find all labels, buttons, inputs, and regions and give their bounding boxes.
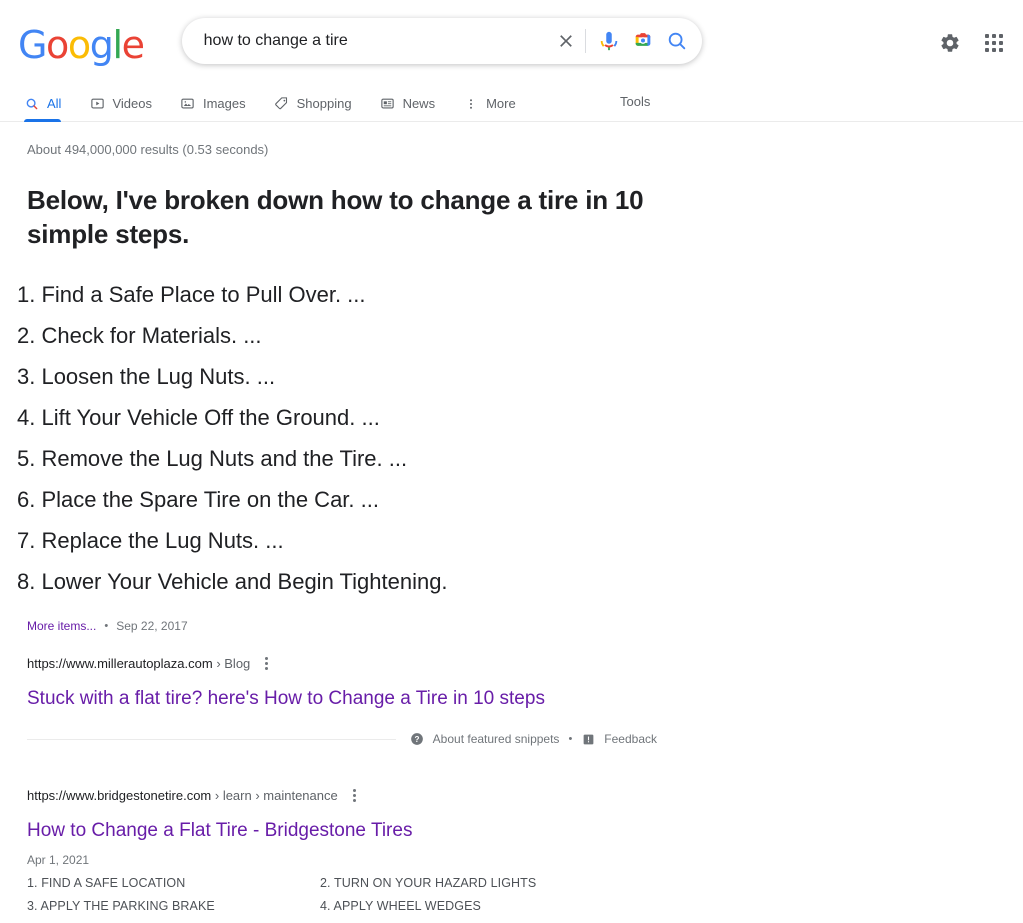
result-options-button[interactable] (349, 786, 360, 805)
snippet-source-row: https://www.millerautoplaza.com › Blog (27, 654, 1023, 673)
tag-icon (274, 96, 290, 112)
source-breadcrumb: › Blog (216, 655, 251, 671)
gear-icon (941, 34, 959, 52)
result-sitelink-item: 3. APPLY THE PARKING BRAKE (27, 899, 215, 913)
source-domain: https://www.millerautoplaza.com (27, 655, 213, 671)
search-box[interactable] (181, 18, 702, 64)
tools-button[interactable]: Tools (620, 94, 650, 109)
snippet-step-item: 1. Find a Safe Place to Pull Over. ... (17, 281, 366, 307)
result-sitelink-item: 4. APPLY WHEEL WEDGES (320, 899, 481, 913)
snippet-date: Sep 22, 2017 (116, 618, 188, 633)
kebab-icon (463, 96, 479, 112)
more-items-link[interactable]: More items... (27, 619, 96, 633)
page-header: Google (0, 0, 1023, 85)
divider (27, 738, 396, 740)
apps-grid-icon (985, 34, 1003, 52)
tab-all[interactable]: All (24, 85, 62, 122)
snippet-step-item: 4. Lift Your Vehicle Off the Ground. ... (17, 404, 380, 430)
logo-letter-0: G (18, 23, 47, 67)
svg-text:?: ? (414, 735, 419, 744)
microphone-icon (600, 31, 617, 51)
settings-button[interactable] (935, 28, 965, 58)
tab-news[interactable]: News (380, 85, 436, 121)
snippet-step-item: 6. Place the Spare Tire on the Car. ... (17, 486, 379, 512)
logo-letter-2: o (67, 23, 91, 67)
search-results: About 494,000,000 results (0.53 seconds)… (0, 122, 1023, 923)
google-logo[interactable]: Google (18, 23, 145, 67)
snippet-step-item: 3. Loosen the Lug Nuts. ... (17, 363, 276, 389)
result-sitelink-item: 1. FIND A SAFE LOCATION (27, 876, 186, 890)
search-filter-tabs: All Videos Images Shopping News More Too… (0, 85, 1023, 122)
snippet-source-url[interactable]: https://www.millerautoplaza.com › Blog (27, 656, 250, 671)
logo-letter-4: l (112, 23, 124, 67)
search-submit-button[interactable] (660, 24, 694, 58)
source-domain: https://www.bridgestonetire.com (27, 788, 212, 804)
snippet-meta-row: More items... • Sep 22, 2017 (27, 619, 1023, 633)
feedback-icon (581, 732, 595, 746)
snippet-step-item: 2. Check for Materials. ... (17, 322, 262, 348)
tab-more[interactable]: More (463, 85, 516, 121)
tab-label: All (47, 96, 62, 111)
result-stats: About 494,000,000 results (0.53 seconds) (27, 142, 269, 157)
header-actions (935, 28, 1009, 58)
clear-search-button[interactable] (549, 24, 583, 58)
help-icon: ? (410, 732, 424, 746)
feedback-link[interactable]: Feedback (604, 732, 657, 746)
logo-letter-3: g (89, 23, 114, 67)
snippet-steps-list: 1. Find a Safe Place to Pull Over. ... 2.… (17, 274, 1023, 602)
tab-label: News (402, 96, 436, 111)
video-icon (89, 96, 105, 112)
google-apps-button[interactable] (979, 28, 1009, 58)
result-sitelinks-list: 1. FIND A SAFE LOCATION 2. TURN ON YOUR H… (27, 876, 667, 923)
tab-label: More (486, 96, 516, 111)
separator-dot: • (568, 733, 573, 746)
tab-label: Images (202, 96, 246, 111)
search-icon (24, 96, 40, 112)
result-options-button[interactable] (261, 654, 272, 673)
source-breadcrumb: › learn › maintenance (214, 788, 338, 804)
search-input[interactable] (201, 18, 549, 64)
tab-label: Shopping (296, 96, 352, 111)
image-icon (180, 96, 196, 112)
result-source-url[interactable]: https://www.bridgestonetire.com › learn … (27, 788, 338, 803)
snippet-step-item: 8. Lower Your Vehicle and Begin Tighteni… (17, 568, 448, 594)
logo-letter-5: e (121, 23, 145, 67)
snippet-footer: ? About featured snippets • Feedback (27, 732, 657, 746)
result-source-row: https://www.bridgestonetire.com › learn … (27, 786, 1023, 805)
snippet-result-title[interactable]: Stuck with a flat tire? here's How to Ch… (27, 687, 1023, 712)
search-divider (584, 29, 586, 53)
snippet-heading: Below, I've broken down how to change a … (27, 185, 644, 250)
news-icon (380, 96, 396, 112)
organic-result: https://www.bridgestonetire.com › learn … (27, 786, 1023, 923)
voice-search-button[interactable] (592, 24, 626, 58)
tab-label: Videos (112, 96, 152, 111)
camera-lens-icon (635, 33, 650, 46)
snippet-footer-links: ? About featured snippets • Feedback (410, 732, 657, 746)
result-date: Apr 1, 2021 (27, 853, 90, 867)
tab-shopping[interactable]: Shopping (274, 85, 352, 121)
result-title[interactable]: How to Change a Flat Tire - Bridgestone … (27, 819, 1023, 844)
lens-search-button[interactable] (626, 24, 660, 58)
close-icon (559, 35, 572, 47)
snippet-step-item: 5. Remove the Lug Nuts and the Tire. ... (17, 445, 408, 471)
separator-dot: • (104, 619, 109, 632)
tab-videos[interactable]: Videos (89, 85, 152, 121)
logo-letter-1: o (46, 23, 69, 67)
featured-snippet: Below, I've broken down how to change a … (17, 183, 1023, 746)
result-sitelink-item: 2. TURN ON YOUR HAZARD LIGHTS (320, 876, 537, 890)
tab-images[interactable]: Images (180, 85, 246, 121)
search-icon (668, 32, 685, 50)
about-featured-snippets-link[interactable]: About featured snippets (433, 732, 560, 746)
snippet-step-item: 7. Replace the Lug Nuts. ... (17, 527, 284, 553)
